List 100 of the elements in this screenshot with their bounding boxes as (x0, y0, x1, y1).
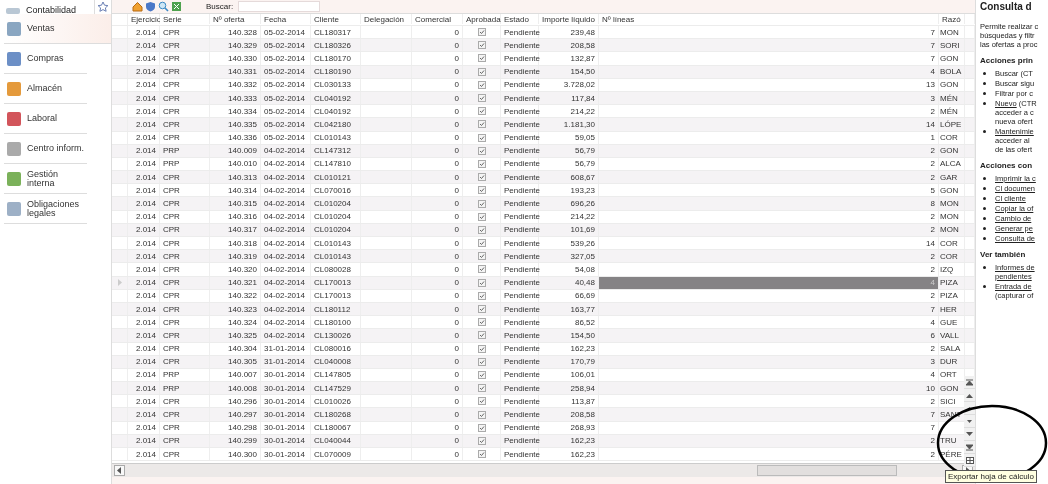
column-header[interactable]: Razó (939, 14, 965, 24)
checkbox[interactable] (477, 28, 486, 37)
column-header[interactable]: Serie (160, 14, 210, 24)
table-cell: MON (939, 223, 965, 236)
checkbox[interactable] (477, 225, 486, 234)
column-header[interactable]: Estado (501, 14, 539, 24)
sidebar-item[interactable]: Ventas (4, 14, 111, 44)
table-cell: 140.334 (210, 105, 261, 118)
table-cell: CPR (160, 355, 210, 368)
export-button[interactable] (964, 454, 975, 467)
column-header[interactable]: Cliente (311, 14, 361, 24)
table-cell: 2.014 (128, 223, 160, 236)
scroll-left-button[interactable] (114, 465, 125, 476)
table-cell: 3.728,02 (539, 78, 599, 91)
table-cell: CL147805 (311, 368, 361, 382)
table-cell: 140.008 (210, 382, 261, 395)
checkbox[interactable] (477, 305, 486, 314)
table-cell: GON (939, 78, 965, 91)
checkbox[interactable] (477, 54, 486, 63)
scrollbar-thumb[interactable] (757, 465, 897, 476)
column-header[interactable]: Fecha (261, 14, 311, 24)
bullet-icon (983, 72, 986, 75)
table-cell: CPR (160, 197, 210, 210)
shield-icon[interactable] (145, 1, 156, 12)
table-cell: Pendiente (501, 355, 539, 368)
table-cell: 0 (412, 131, 463, 144)
checkbox[interactable] (477, 173, 486, 182)
checkbox[interactable] (477, 436, 486, 445)
column-header[interactable]: Ejercicio (128, 14, 160, 24)
sidebar-item[interactable]: Laboral (4, 104, 87, 134)
bullet-icon (983, 197, 986, 200)
checkbox[interactable] (477, 318, 486, 327)
table-cell: Pendiente (501, 276, 539, 289)
checkbox[interactable] (477, 384, 486, 393)
sidebar-item[interactable]: Compras (4, 44, 87, 74)
checkbox[interactable] (477, 331, 486, 340)
checkbox[interactable] (477, 410, 486, 419)
search-icon[interactable] (158, 1, 169, 12)
checkbox[interactable] (477, 423, 486, 432)
checkbox[interactable] (477, 80, 486, 89)
checkbox[interactable] (477, 159, 486, 168)
checkbox[interactable] (477, 370, 486, 379)
table-cell: 140.328 (210, 26, 261, 39)
table-cell: 04-02-2014 (261, 157, 311, 171)
table-cell: 0 (412, 368, 463, 382)
table-cell: 04-02-2014 (261, 289, 311, 302)
table-cell: 140.318 (210, 237, 261, 250)
table-cell: CPR (160, 316, 210, 329)
spreadsheet-icon[interactable] (171, 1, 182, 12)
checkbox[interactable] (477, 265, 486, 274)
next-record-button[interactable] (964, 415, 975, 428)
checkbox[interactable] (477, 212, 486, 221)
checkbox[interactable] (477, 291, 486, 300)
table-cell: 0 (412, 26, 463, 39)
checkbox[interactable] (477, 94, 486, 103)
sidebar-item[interactable]: Gestión interna (4, 164, 87, 194)
checkbox[interactable] (477, 107, 486, 116)
checkbox[interactable] (477, 67, 486, 76)
app-icon (7, 81, 21, 96)
table-cell: 2 (599, 157, 939, 171)
checkbox[interactable] (477, 450, 486, 459)
table-cell: CPR (160, 65, 210, 78)
table-cell: 0 (412, 157, 463, 171)
checkbox[interactable] (477, 199, 486, 208)
table-cell: 140.297 (210, 408, 261, 421)
column-header[interactable]: Importe líquido (539, 14, 599, 24)
table-cell: 214,22 (539, 105, 599, 118)
star-icon[interactable] (97, 1, 109, 13)
table-cell: Pendiente (501, 65, 539, 78)
page-up-button[interactable] (964, 389, 975, 402)
sidebar-item[interactable]: Centro inform. (4, 134, 87, 164)
checkbox[interactable] (477, 252, 486, 261)
table-cell: 0 (412, 52, 463, 65)
checkbox[interactable] (477, 186, 486, 195)
column-header[interactable]: Nº líneas (599, 14, 939, 24)
column-header[interactable]: Aprobada (463, 14, 501, 24)
column-header[interactable]: Nº oferta (210, 14, 261, 24)
table-cell: 0 (412, 184, 463, 197)
search-field[interactable] (238, 1, 321, 12)
checkbox[interactable] (477, 146, 486, 155)
table-cell: 140.330 (210, 52, 261, 65)
page-down-button[interactable] (964, 428, 975, 441)
table-cell: 31-01-2014 (261, 342, 311, 355)
checkbox[interactable] (477, 357, 486, 366)
sidebar-item[interactable]: Almacén (4, 74, 87, 104)
table-cell: 7 (599, 408, 939, 421)
column-header[interactable]: Comercial (412, 14, 463, 24)
checkbox[interactable] (477, 397, 486, 406)
bullet-icon (983, 177, 986, 180)
checkbox[interactable] (477, 344, 486, 353)
table-cell: 162,23 (539, 342, 599, 355)
sidebar-item[interactable]: Obligaciones legales (4, 194, 87, 224)
checkbox[interactable] (477, 41, 486, 50)
checkbox[interactable] (477, 133, 486, 142)
checkbox[interactable] (477, 278, 486, 287)
checkbox[interactable] (477, 239, 486, 248)
checkbox[interactable] (477, 120, 486, 129)
table-cell: 05-02-2014 (261, 105, 311, 118)
column-header[interactable]: Delegación (361, 14, 412, 24)
table-cell: 2.014 (128, 197, 160, 210)
